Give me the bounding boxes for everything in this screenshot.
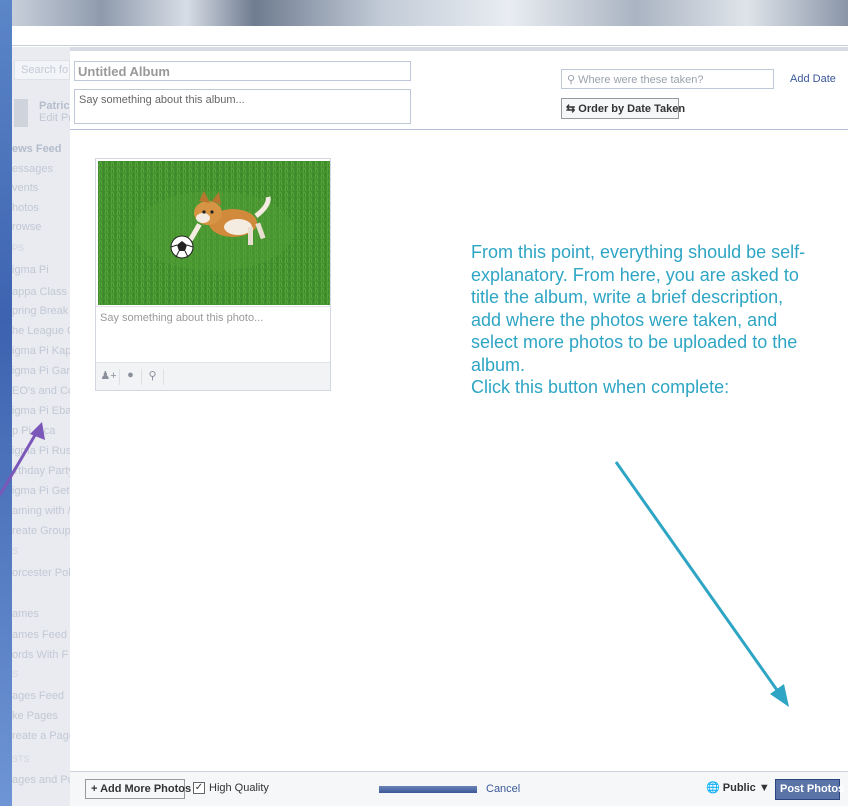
sidebar-item[interactable]: appa Class: [12, 286, 67, 298]
upload-progress-bar: [379, 786, 477, 793]
slide-edge: [0, 0, 12, 806]
tag-person-icon[interactable]: ♟+: [98, 369, 120, 385]
create-album-dialog: Untitled Album Say something about this …: [70, 47, 848, 806]
sidebar-item[interactable]: ke Pages: [12, 710, 58, 722]
order-button-label: Order by Date Taken: [578, 103, 686, 115]
facebook-top-bar: [12, 26, 848, 46]
photo-caption-input[interactable]: Say something about this photo...: [96, 306, 330, 362]
sidebar-item[interactable]: pring Break: [12, 305, 68, 317]
photo-card: Say something about this photo... ♟+ ● ⚲: [95, 158, 331, 391]
sidebar-item[interactable]: aming with /: [12, 505, 70, 517]
sidebar-item[interactable]: irthday Party: [12, 465, 70, 477]
sidebar-item[interactable]: reate a Page: [12, 730, 70, 742]
sidebar-item[interactable]: ages Feed: [12, 690, 64, 702]
clock-icon[interactable]: ●: [120, 369, 142, 385]
sidebar-item[interactable]: igma Pi Eba: [12, 405, 70, 417]
sidebar-section-header: S: [12, 546, 19, 556]
sidebar-item[interactable]: ords With F: [12, 649, 68, 661]
location-pin-icon: ⚲: [567, 74, 576, 86]
globe-icon: 🌐: [706, 782, 720, 794]
sidebar-item[interactable]: ames Feed: [12, 629, 67, 641]
add-more-photos-button[interactable]: + Add More Photos: [85, 779, 191, 799]
avatar[interactable]: [14, 99, 28, 127]
sidebar-section-header: STS: [12, 754, 30, 764]
order-by-date-button[interactable]: ⇆ Order by Date Taken: [561, 98, 685, 119]
sidebar-section-header: S: [12, 669, 19, 679]
left-sidebar: Search fo Patrick C Edit Profi ews Feed e…: [12, 47, 70, 806]
profile-name[interactable]: Patrick C: [39, 100, 70, 112]
sidebar-item[interactable]: igma Pi Gan: [12, 365, 70, 377]
photo-actions-bar: ♟+ ● ⚲: [96, 362, 330, 390]
privacy-selector[interactable]: 🌐 Public ▼: [706, 781, 770, 794]
album-title-input[interactable]: Untitled Album: [74, 61, 411, 81]
puppy-with-ball-image: [98, 161, 330, 305]
annotation-text-2: Click this button when complete:: [471, 377, 730, 397]
search-input[interactable]: Search fo: [14, 60, 70, 80]
sidebar-item[interactable]: igma Pi Rus: [12, 445, 70, 457]
sidebar-item[interactable]: rowse: [12, 221, 41, 233]
high-quality-label: High Quality: [209, 782, 269, 794]
edit-profile-link[interactable]: Edit Profi: [39, 112, 70, 124]
sidebar-item[interactable]: EO's and Co: [12, 385, 70, 397]
slide-banner: [0, 0, 848, 26]
sidebar-item[interactable]: hotos: [12, 202, 39, 214]
sidebar-item[interactable]: igma Pi Get: [12, 485, 69, 497]
sidebar-item[interactable]: vents: [12, 182, 38, 194]
location-input[interactable]: ⚲ Where were these taken?: [561, 69, 774, 89]
tutorial-annotation: From this point, everything should be se…: [471, 241, 811, 399]
sidebar-item[interactable]: ews Feed: [12, 143, 62, 155]
photo-grid: Say something about this photo... ♟+ ● ⚲…: [70, 131, 848, 771]
sidebar-item[interactable]: p Pi arca: [12, 425, 55, 437]
high-quality-checkbox[interactable]: ✓: [193, 782, 205, 794]
sidebar-item[interactable]: reate Group: [12, 525, 70, 537]
post-photos-button[interactable]: Post Photos: [775, 779, 844, 800]
sidebar-item[interactable]: he League C: [12, 325, 70, 337]
location-pin-icon[interactable]: ⚲: [142, 369, 164, 385]
sidebar-item[interactable]: igma Pi: [12, 264, 49, 276]
location-placeholder: Where were these taken?: [578, 74, 704, 86]
photo-thumbnail[interactable]: [98, 161, 330, 305]
sidebar-item[interactable]: orcester Pol: [12, 567, 70, 579]
sidebar-item[interactable]: igma Pi Kap: [12, 345, 70, 357]
album-description-input[interactable]: Say something about this album...: [74, 89, 411, 124]
sidebar-item[interactable]: essages: [12, 163, 53, 175]
swap-arrows-icon: ⇆: [566, 103, 576, 115]
privacy-label: Public: [722, 782, 756, 794]
add-date-link[interactable]: Add Date: [790, 73, 836, 85]
album-details-header: Untitled Album Say something about this …: [70, 47, 848, 130]
annotation-text: From this point, everything should be se…: [471, 242, 806, 375]
sidebar-item[interactable]: ages and Pu: [12, 774, 70, 786]
dialog-footer: + Add More Photos ✓ High Quality Cancel …: [70, 771, 848, 806]
chevron-down-icon: ▼: [758, 782, 770, 794]
cancel-link[interactable]: Cancel: [486, 783, 520, 795]
sidebar-section-header: PS: [12, 243, 25, 253]
sidebar-item[interactable]: ames: [12, 608, 39, 620]
